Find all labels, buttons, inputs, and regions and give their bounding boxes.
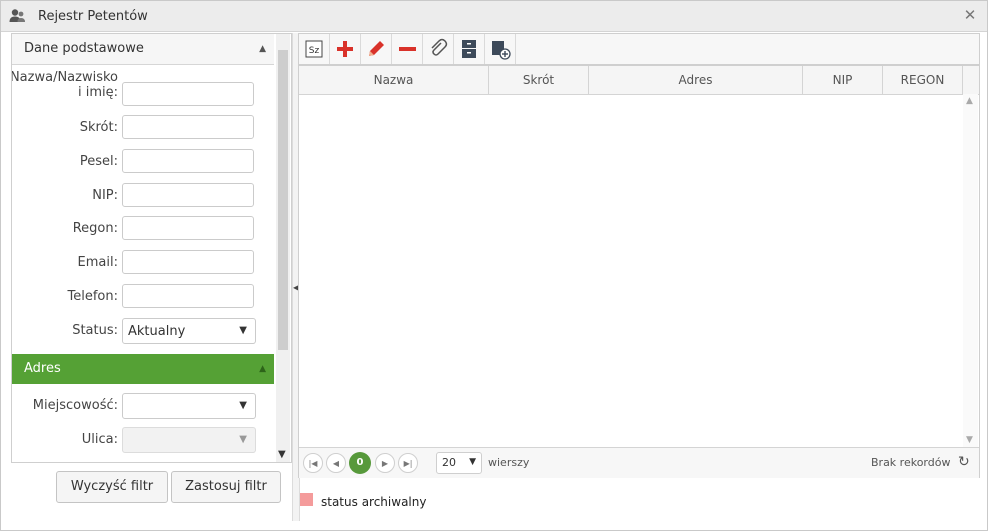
window: Rejestr Petentów ✕ Dane podstawowe ▲ Naz… bbox=[0, 0, 988, 531]
nip-input[interactable] bbox=[122, 183, 254, 207]
title-bar: Rejestr Petentów ✕ bbox=[1, 1, 987, 32]
refresh-icon[interactable]: ↻ bbox=[958, 454, 970, 470]
prev-page-icon[interactable]: ◀ bbox=[326, 453, 346, 473]
email-label: Email: bbox=[77, 255, 118, 270]
street-row: Ulica: ▼ bbox=[12, 427, 274, 453]
page-size-select[interactable]: 20 ▼ bbox=[436, 452, 482, 474]
status-row: Status: Aktualny ▼ bbox=[12, 318, 274, 344]
svg-text:Sz: Sz bbox=[309, 46, 320, 56]
next-page-icon[interactable]: ▶ bbox=[375, 453, 395, 473]
chevron-down-icon[interactable]: ▼ bbox=[278, 449, 286, 460]
status-value: Aktualny bbox=[128, 324, 186, 339]
rows-label: wierszy bbox=[488, 456, 530, 469]
filter-scrollbar[interactable]: ▼ bbox=[276, 34, 290, 462]
section-basic-header[interactable]: Dane podstawowe ▲ bbox=[12, 34, 274, 65]
archival-status-legend: status archiwalny bbox=[321, 495, 427, 509]
add-icon[interactable] bbox=[330, 34, 361, 64]
phone-label: Telefon: bbox=[67, 289, 119, 304]
page-size-value: 20 bbox=[442, 456, 456, 469]
toolbar: Sz bbox=[298, 33, 980, 65]
street-label: Ulica: bbox=[81, 432, 118, 447]
phone-row: Telefon: bbox=[12, 284, 274, 310]
status-select[interactable]: Aktualny ▼ bbox=[122, 318, 256, 344]
name-input[interactable] bbox=[122, 82, 254, 106]
short-input[interactable] bbox=[122, 115, 254, 139]
name-row: Nazwa/Nazwisko i imię: bbox=[12, 70, 274, 108]
close-icon[interactable]: ✕ bbox=[963, 8, 977, 23]
nip-row: NIP: bbox=[12, 183, 274, 209]
column-header-name[interactable]: Nazwa bbox=[299, 66, 489, 94]
chevron-up-icon[interactable]: ▲ bbox=[966, 96, 973, 106]
collapse-up-icon[interactable]: ▲ bbox=[259, 364, 266, 374]
dropdown-arrow-icon: ▼ bbox=[239, 434, 247, 445]
name-label: Nazwa/Nazwisko i imię: bbox=[11, 70, 118, 100]
grid-scrollbar[interactable]: ▲ ▼ bbox=[963, 94, 978, 447]
section-address-header[interactable]: Adres ▲ bbox=[12, 354, 274, 384]
city-label: Miejscowość: bbox=[32, 398, 118, 413]
pager: |◀ ◀ 0 ▶ ▶| 20 ▼ wierszy Brak rekordów ↻ bbox=[299, 447, 979, 478]
pesel-input[interactable] bbox=[122, 149, 254, 173]
street-select[interactable]: ▼ bbox=[122, 427, 256, 453]
section-address-label: Adres bbox=[24, 361, 61, 376]
users-icon bbox=[9, 8, 27, 24]
status-label: Status: bbox=[72, 323, 118, 338]
city-select[interactable]: ▼ bbox=[122, 393, 256, 419]
email-row: Email: bbox=[12, 250, 274, 276]
grid-header: Nazwa Skrót Adres NIP REGON bbox=[299, 66, 979, 95]
column-header-nip[interactable]: NIP bbox=[803, 66, 883, 94]
regon-label: Regon: bbox=[72, 221, 118, 236]
scrollbar-thumb[interactable] bbox=[278, 50, 288, 350]
dropdown-arrow-icon: ▼ bbox=[239, 325, 247, 336]
edit-icon[interactable] bbox=[361, 34, 392, 64]
pesel-label: Pesel: bbox=[79, 154, 118, 169]
records-info: Brak rekordów bbox=[871, 456, 951, 469]
short-row: Skrót: bbox=[12, 115, 274, 141]
phone-input[interactable] bbox=[122, 284, 254, 308]
column-header-address[interactable]: Adres bbox=[589, 66, 803, 94]
nip-label: NIP: bbox=[92, 188, 118, 203]
regon-input[interactable] bbox=[122, 216, 254, 240]
new-record-icon[interactable] bbox=[485, 34, 516, 64]
dropdown-arrow-icon: ▼ bbox=[469, 457, 476, 467]
records-grid: Nazwa Skrót Adres NIP REGON ▲ ▼ |◀ ◀ 0 ▶… bbox=[298, 65, 980, 478]
short-label: Skrót: bbox=[79, 120, 118, 135]
remove-icon[interactable] bbox=[392, 34, 423, 64]
email-input[interactable] bbox=[122, 250, 254, 274]
current-page[interactable]: 0 bbox=[349, 452, 371, 474]
apply-filter-button[interactable]: Zastosuj filtr bbox=[171, 471, 281, 503]
section-basic-label: Dane podstawowe bbox=[24, 41, 144, 56]
pesel-row: Pesel: bbox=[12, 149, 274, 175]
filter-panel: Dane podstawowe ▲ Nazwa/Nazwisko i imię: … bbox=[11, 33, 292, 463]
chevron-down-icon[interactable]: ▼ bbox=[966, 435, 973, 445]
last-page-icon[interactable]: ▶| bbox=[398, 453, 418, 473]
archive-icon[interactable] bbox=[454, 34, 485, 64]
window-title: Rejestr Petentów bbox=[38, 9, 148, 24]
city-row: Miejscowość: ▼ bbox=[12, 393, 274, 419]
archival-status-swatch bbox=[300, 493, 313, 506]
column-header-short[interactable]: Skrót bbox=[489, 66, 589, 94]
dropdown-arrow-icon: ▼ bbox=[239, 400, 247, 411]
sz-icon[interactable]: Sz bbox=[299, 34, 330, 64]
column-header-regon[interactable]: REGON bbox=[883, 66, 963, 94]
clear-filter-button[interactable]: Wyczyść filtr bbox=[56, 471, 168, 503]
attachment-icon[interactable] bbox=[423, 34, 454, 64]
collapse-up-icon[interactable]: ▲ bbox=[259, 44, 266, 54]
regon-row: Regon: bbox=[12, 216, 274, 242]
first-page-icon[interactable]: |◀ bbox=[303, 453, 323, 473]
